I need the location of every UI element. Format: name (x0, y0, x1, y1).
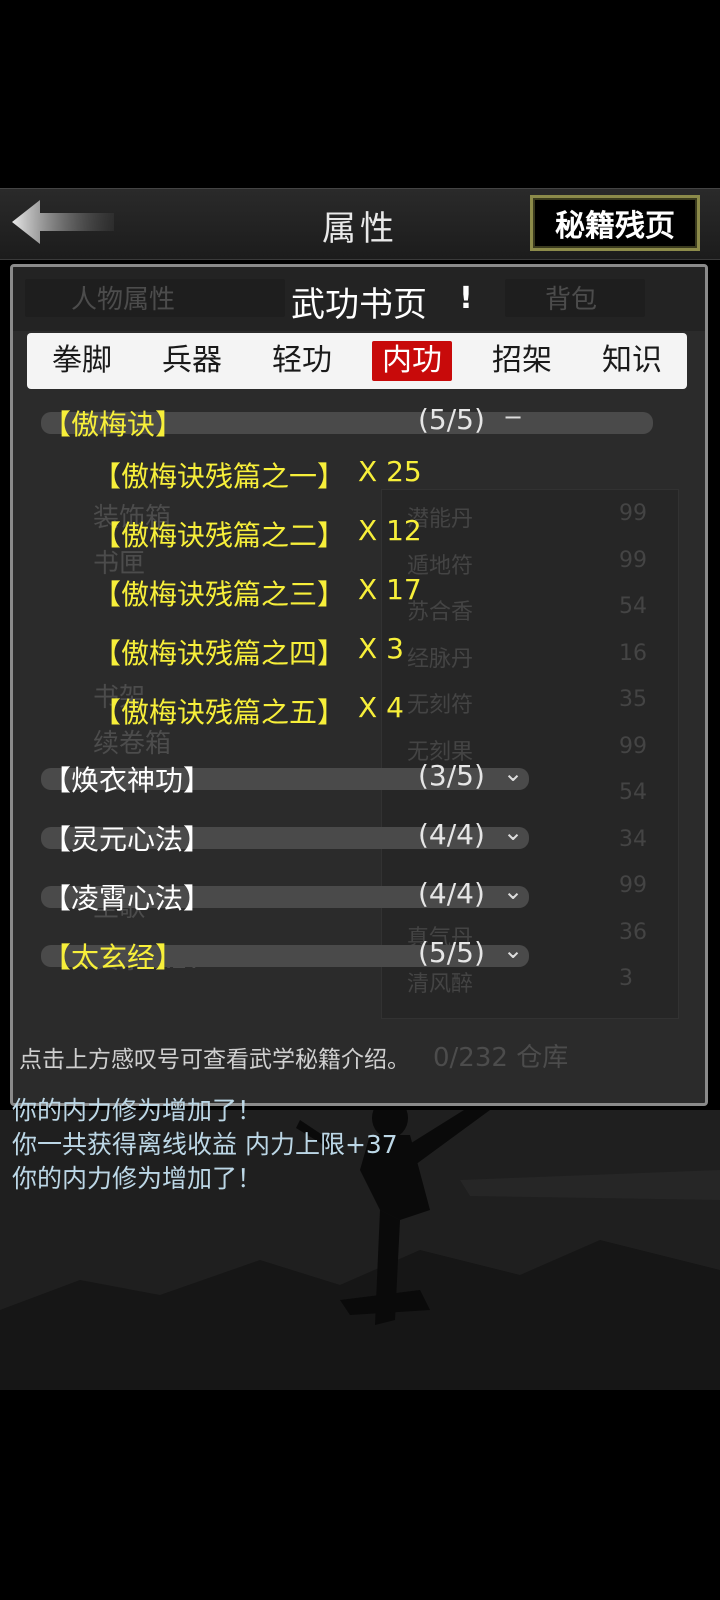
expand-icon[interactable]: ⌄ (501, 936, 525, 966)
martial-group-row[interactable]: 【凌霄心法】 (4/4) ⌄ (13, 869, 705, 925)
fragment-name[interactable]: 【傲梅诀残篇之五】 (93, 691, 345, 731)
tab-item[interactable]: 知识 (592, 341, 672, 381)
fragment-name[interactable]: 【傲梅诀残篇之二】 (93, 514, 345, 554)
martial-group-row[interactable]: 【灵元心法】 (4/4) ⌄ (13, 810, 705, 866)
group-count: (5/5) (418, 936, 485, 969)
group-count: (3/5) (418, 759, 485, 792)
tab-item[interactable]: 轻功 (262, 341, 342, 381)
background-item-name: 经脉丹 (407, 646, 474, 672)
martial-group-row[interactable]: 【焕衣神功】 (3/5) ⌄ (13, 751, 705, 807)
background-item-name: 无刻符 (407, 693, 474, 718)
background-item-qty: 16 (619, 640, 647, 666)
fragment-name[interactable]: 【傲梅诀残篇之四】 (93, 632, 345, 672)
group-name: 【凌霄心法】 (43, 882, 212, 915)
fragment-quantity: X 3 (358, 632, 404, 665)
group-count: (4/4) (418, 818, 485, 851)
tab-item[interactable]: 内功 (372, 341, 452, 381)
background-item-qty: 54 (619, 594, 647, 619)
tab-item[interactable]: 招架 (482, 341, 562, 381)
expand-icon[interactable]: ⌄ (501, 877, 525, 907)
collapse-icon[interactable]: − (501, 403, 525, 433)
fragment-quantity: X 25 (358, 455, 422, 488)
tab-item[interactable]: 兵器 (152, 341, 232, 381)
tab-item[interactable]: 拳脚 (42, 341, 122, 381)
group-name: 【灵元心法】 (43, 823, 212, 856)
group-name: 【焕衣神功】 (43, 764, 212, 797)
log-line: 你的内力修为增加了！ (12, 1096, 263, 1125)
fragment-quantity: X 17 (358, 573, 422, 606)
hint-text: 点击上方感叹号可查看武学秘籍介绍。 (19, 1047, 410, 1073)
log-line: 你一共获得离线收益 内力上限+37 (12, 1130, 398, 1159)
fragment-quantity: X 4 (358, 691, 404, 724)
group-name: 【太玄经】 (43, 941, 184, 974)
fragment-name[interactable]: 【傲梅诀残篇之三】 (93, 573, 345, 613)
martial-group-row[interactable]: 【傲梅诀】 (5/5) − (13, 395, 705, 451)
martial-group-row[interactable]: 【太玄经】 (5/5) ⌄ (13, 928, 705, 984)
top-bar: 属性 秘籍残页 (0, 188, 720, 260)
expand-icon[interactable]: ⌄ (501, 818, 525, 848)
message-log: 你的内力修为增加了！ 你一共获得离线收益 内力上限+37 你的内力修为增加了！ (12, 1094, 398, 1196)
secret-pages-button[interactable]: 秘籍残页 (530, 195, 700, 251)
group-count: (5/5) (418, 403, 485, 436)
background-header: 人物属性 背包 (13, 267, 705, 331)
background-item-qty: 35 (619, 687, 647, 712)
background-tab-bag: 背包 (545, 285, 598, 315)
category-tabs: 拳脚 兵器 轻功 内功 招架 知识 (27, 333, 687, 389)
group-count: (4/4) (418, 877, 485, 910)
back-arrow-icon[interactable] (10, 197, 120, 247)
martial-pages-panel: 人物属性 背包 装饰箱书匣书架续卷箱圣歌贡茶 X27潜能丹99遁地符99苏合香5… (10, 264, 708, 1106)
expand-icon[interactable]: ⌄ (501, 759, 525, 789)
fragment-quantity: X 12 (358, 514, 422, 547)
background-item-qty: 99 (619, 501, 647, 526)
background-storage: 0/232 仓库 (433, 1043, 569, 1073)
info-icon[interactable]: ! (451, 281, 481, 321)
log-line: 你的内力修为增加了！ (12, 1164, 263, 1193)
fragment-name[interactable]: 【傲梅诀残篇之一】 (93, 455, 345, 495)
background-item-qty: 99 (619, 547, 647, 573)
background-tab-character: 人物属性 (71, 285, 176, 315)
group-name: 【傲梅诀】 (43, 408, 184, 441)
